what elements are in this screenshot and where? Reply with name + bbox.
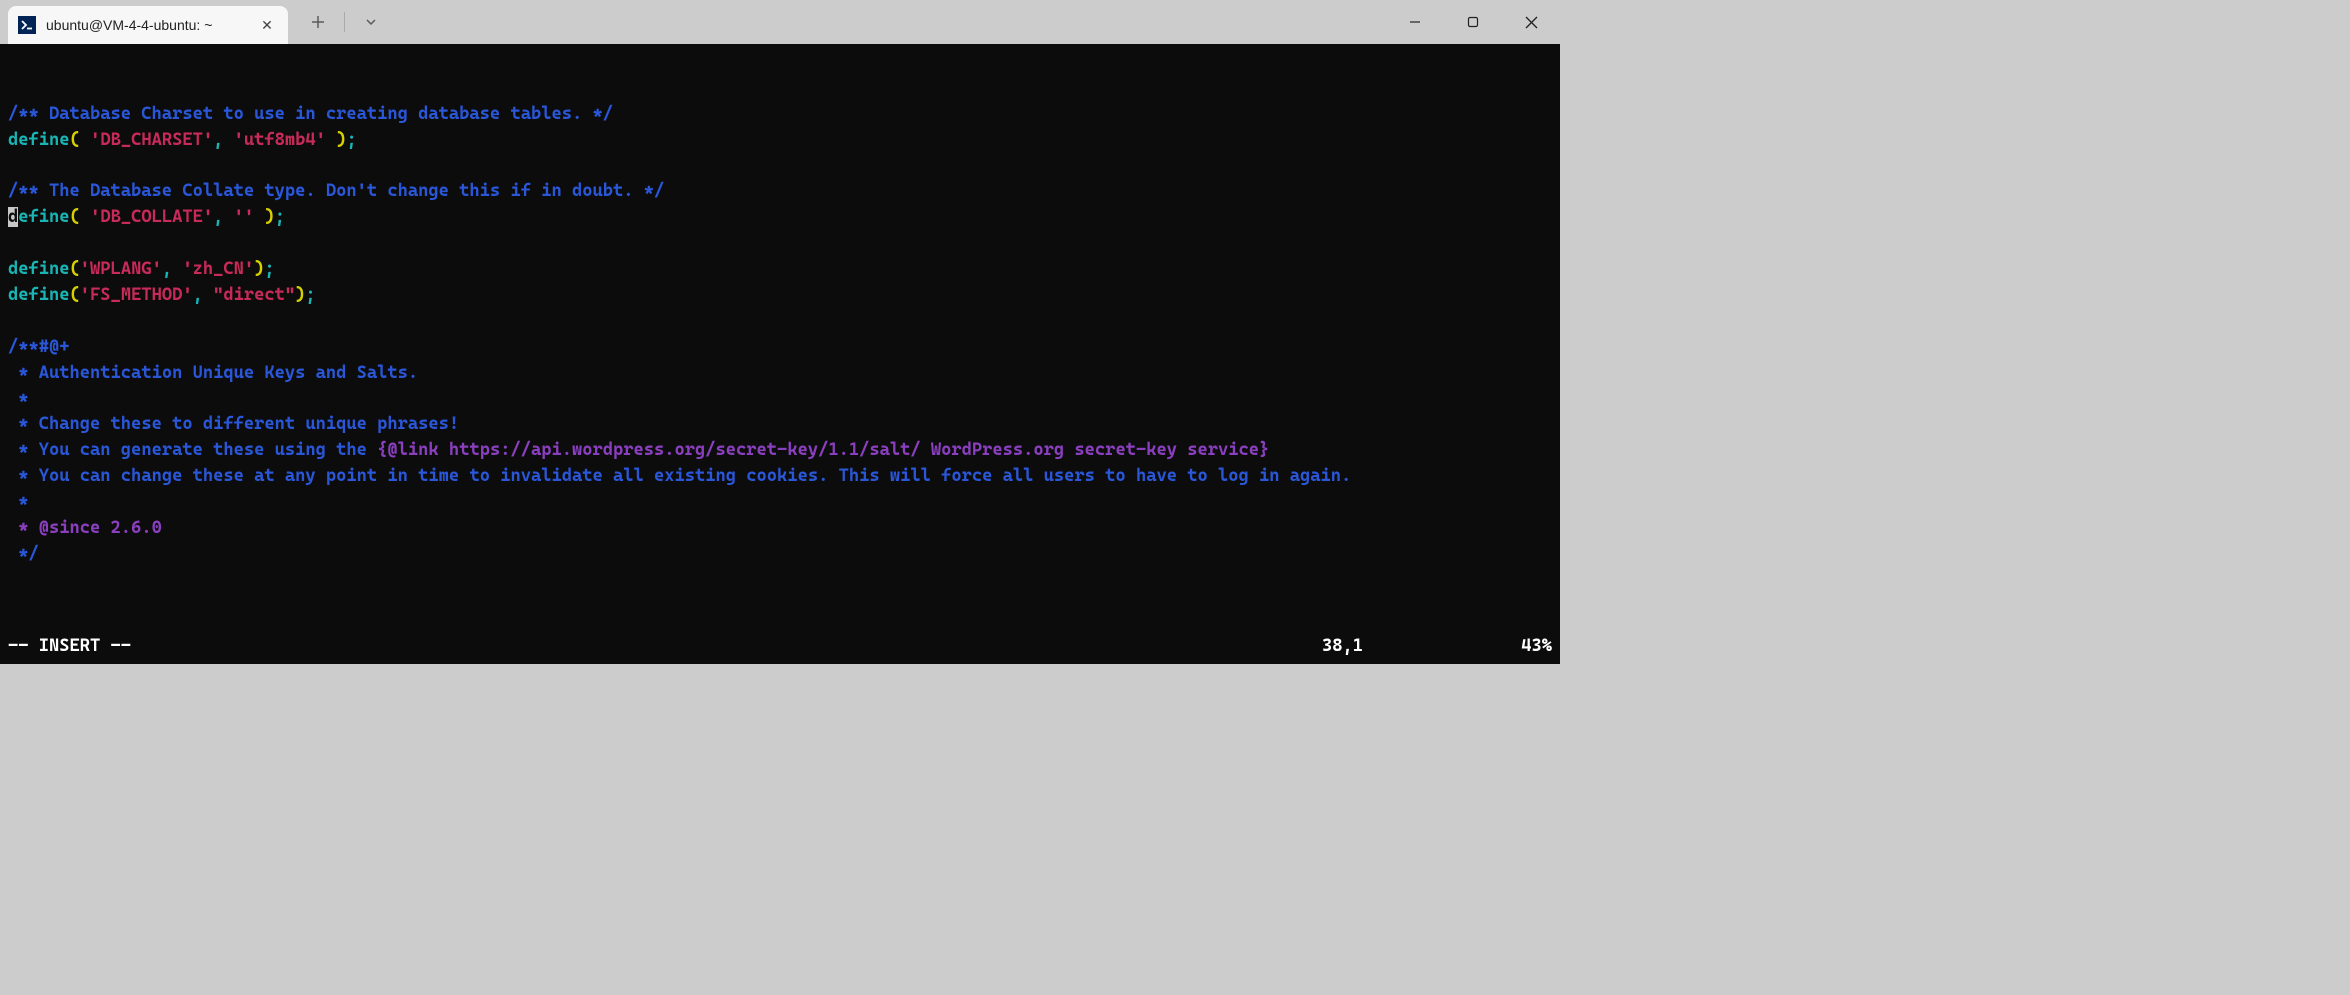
doc-tag: * @since 2.6.0 — [8, 518, 162, 538]
terminal-viewport[interactable]: /** Database Charset to use in creating … — [0, 44, 1560, 664]
docblock-line: * You can generate these using the — [8, 440, 377, 460]
tab-dropdown-button[interactable] — [355, 6, 387, 38]
docblock-open: /**#@+ — [8, 337, 70, 357]
maximize-button[interactable] — [1444, 0, 1502, 44]
code-string: "direct" — [213, 285, 295, 305]
doc-link: {@link https://api.wordpress.org/secret-… — [377, 440, 1269, 460]
code-keyword: efine — [18, 207, 69, 227]
code-string: 'FS_METHOD' — [80, 285, 193, 305]
docblock-line: * — [8, 389, 29, 409]
code-string: 'DB_CHARSET' — [90, 130, 213, 150]
docblock-line: * Authentication Unique Keys and Salts. — [8, 363, 418, 383]
close-button[interactable] — [1502, 0, 1560, 44]
new-tab-button[interactable] — [302, 6, 334, 38]
tab-divider — [344, 12, 345, 32]
vim-statusline: -- INSERT -- 38,1 43% — [8, 634, 1552, 660]
vim-cursor-position: 38,1 — [1322, 634, 1492, 660]
code-keyword: define — [8, 130, 70, 150]
tab-title: ubuntu@VM-4-4-ubuntu: ~ — [46, 17, 248, 33]
vim-scroll-percent: 43% — [1492, 634, 1552, 660]
tab-close-button[interactable]: ✕ — [258, 17, 276, 34]
titlebar-left: ubuntu@VM-4-4-ubuntu: ~ ✕ — [0, 0, 387, 44]
code-string: 'zh_CN' — [182, 259, 254, 279]
docblock-line: * — [8, 492, 29, 512]
docblock-close: */ — [8, 544, 39, 564]
code-string: 'utf8mb4' — [234, 130, 326, 150]
tab-actions — [302, 6, 387, 38]
window-controls — [1386, 0, 1560, 44]
editor-content: /** Database Charset to use in creating … — [8, 76, 1552, 568]
minimize-button[interactable] — [1386, 0, 1444, 44]
code-keyword: define — [8, 285, 70, 305]
docblock-line: * You can change these at any point in t… — [8, 466, 1351, 486]
code-paren: ( — [70, 130, 80, 150]
titlebar: ubuntu@VM-4-4-ubuntu: ~ ✕ — [0, 0, 1560, 44]
code-string: 'DB_COLLATE' — [90, 207, 213, 227]
code-string: 'WPLANG' — [80, 259, 162, 279]
code-comment: /** Database Charset to use in creating … — [8, 104, 613, 124]
cursor: d — [8, 207, 18, 227]
code-comment: /** The Database Collate type. Don't cha… — [8, 181, 664, 201]
vim-mode: -- INSERT -- — [8, 634, 1322, 660]
active-tab[interactable]: ubuntu@VM-4-4-ubuntu: ~ ✕ — [8, 6, 288, 44]
powershell-icon — [18, 16, 36, 34]
docblock-line: * Change these to different unique phras… — [8, 414, 459, 434]
code-string: '' — [234, 207, 255, 227]
code-keyword: define — [8, 259, 70, 279]
terminal-window: ubuntu@VM-4-4-ubuntu: ~ ✕ — [0, 0, 1560, 664]
